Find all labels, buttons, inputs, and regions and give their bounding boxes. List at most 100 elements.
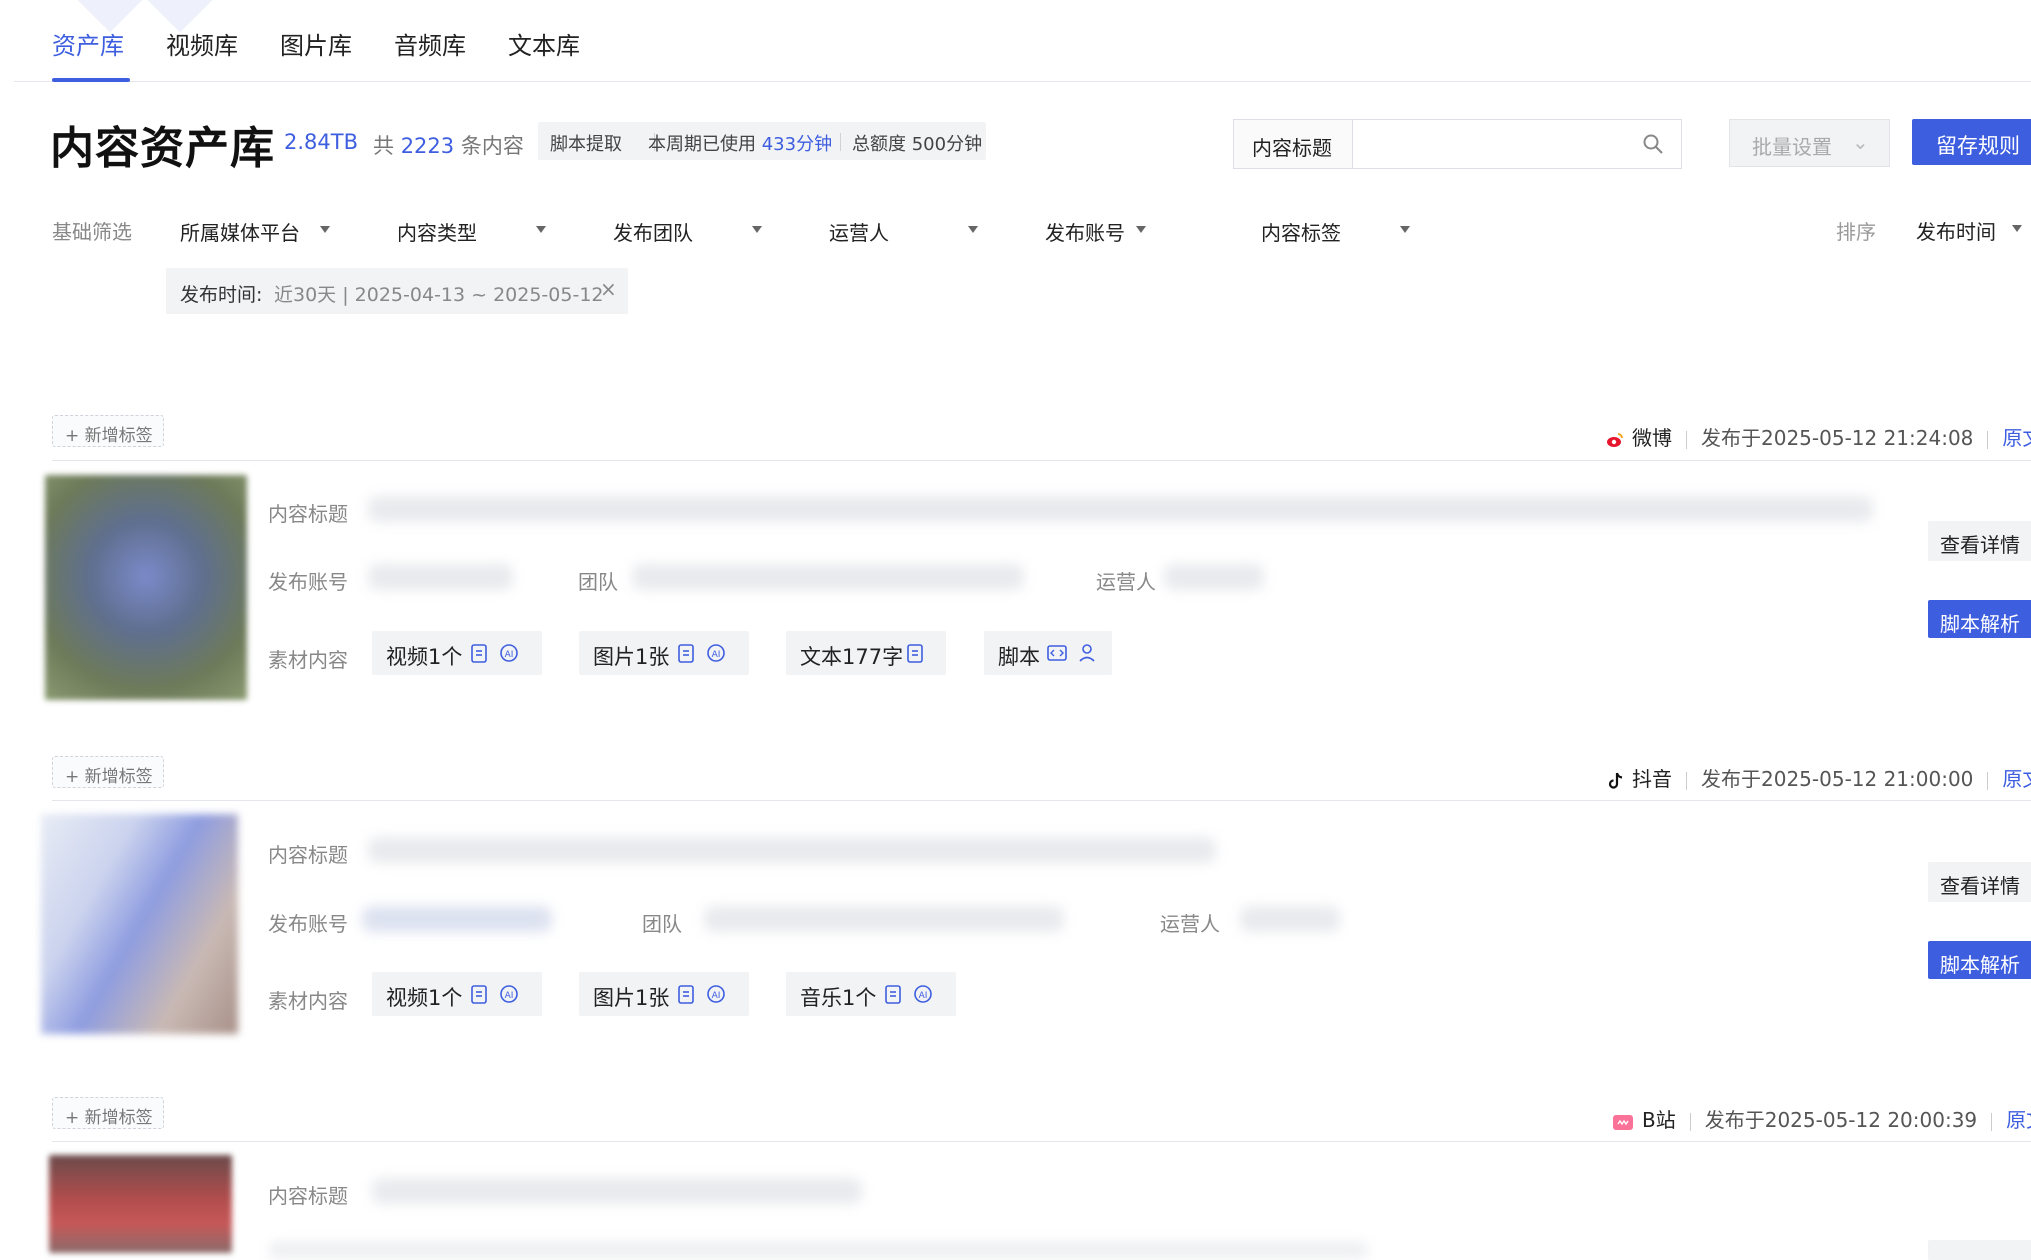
divider xyxy=(1991,1112,1993,1131)
content-thumbnail[interactable] xyxy=(49,1155,232,1253)
add-tag-label: + 新增标签 xyxy=(65,1108,153,1128)
material-script-text: 脚本 xyxy=(998,645,1040,669)
weibo-icon xyxy=(1607,433,1623,447)
tab-audio-library[interactable]: 音频库 xyxy=(394,26,466,61)
title-label: 内容标题 xyxy=(268,1184,348,1208)
add-tag-button[interactable]: + 新增标签 xyxy=(52,1097,164,1129)
filter-account[interactable]: 发布账号 xyxy=(1045,217,1125,246)
storage-size: 2.84TB xyxy=(284,130,358,154)
ai-icon[interactable]: AI xyxy=(498,642,520,664)
script-analysis-label: 脚本解析 xyxy=(1940,612,2020,636)
code-icon[interactable] xyxy=(1046,642,1068,664)
card-meta: B站 发布于2025-05-12 20:00:39 原文 xyxy=(1612,1104,2031,1133)
batch-settings-button[interactable]: 批量设置 ⌄ xyxy=(1729,119,1890,167)
view-details-button[interactable]: 查看详情 xyxy=(1928,521,2031,561)
retention-rules-label: 留存规则 xyxy=(1936,134,2020,158)
original-link[interactable]: 原文 xyxy=(2002,426,2031,450)
materials-label: 素材内容 xyxy=(268,989,348,1013)
team-value-blurred xyxy=(704,906,1064,932)
add-tag-button[interactable]: + 新增标签 xyxy=(52,415,164,447)
search-icon[interactable] xyxy=(1641,132,1665,156)
filter-team[interactable]: 发布团队 xyxy=(613,217,693,246)
script-analysis-button[interactable]: 脚本解析 xyxy=(1928,600,2031,638)
material-video-text: 视频1个 xyxy=(386,986,463,1010)
quota-used-value: 433分钟 xyxy=(761,134,833,155)
platform-name: B站 xyxy=(1642,1108,1676,1132)
clipboard-icon[interactable] xyxy=(675,983,697,1005)
search-box: 内容标题 xyxy=(1233,119,1682,169)
clipboard-icon[interactable] xyxy=(675,642,697,664)
close-icon[interactable]: × xyxy=(600,277,617,301)
team-label: 团队 xyxy=(642,912,682,936)
divider xyxy=(52,460,2031,461)
ai-icon[interactable]: AI xyxy=(705,642,727,664)
material-text: 文本177字 xyxy=(786,631,946,675)
tab-asset-library[interactable]: 资产库 xyxy=(52,26,124,61)
tab-text-library[interactable]: 文本库 xyxy=(508,26,580,61)
quota-used-label: 本周期已使用 433分钟 xyxy=(648,130,832,156)
title-value-blurred xyxy=(368,837,1216,863)
filter-operator[interactable]: 运营人 xyxy=(829,217,889,246)
material-text-text: 文本177字 xyxy=(800,645,904,669)
operator-label: 运营人 xyxy=(1160,912,1220,936)
filter-content-type-label: 内容类型 xyxy=(397,221,477,245)
divider xyxy=(840,133,841,151)
quota-total-value: 500分钟 xyxy=(911,134,983,155)
filter-platform[interactable]: 所属媒体平台 xyxy=(180,217,300,246)
quota-label: 脚本提取 xyxy=(550,134,622,155)
material-image-text: 图片1张 xyxy=(593,986,670,1010)
speaker-icon[interactable] xyxy=(1076,642,1098,664)
search-input[interactable] xyxy=(1364,128,1618,160)
material-video: 视频1个 AI xyxy=(372,972,542,1016)
content-thumbnail[interactable] xyxy=(45,475,247,700)
add-tag-button[interactable]: + 新增标签 xyxy=(52,756,164,788)
title-label: 内容标题 xyxy=(268,843,348,867)
card-meta: 微博 发布于2025-05-12 21:24:08 原文 xyxy=(1606,422,2031,451)
account-label: 发布账号 xyxy=(268,912,348,936)
batch-settings-label: 批量设置 xyxy=(1752,135,1832,159)
original-link[interactable]: 原文 xyxy=(2002,767,2031,791)
tab-video-library[interactable]: 视频库 xyxy=(166,26,238,61)
clipboard-icon[interactable] xyxy=(904,642,926,664)
search-field-label: 内容标题 xyxy=(1252,136,1332,160)
basic-filter-label: 基础筛选 xyxy=(52,220,132,244)
divider xyxy=(1987,430,1989,449)
view-details-button[interactable]: 查看详情 xyxy=(1928,862,2031,902)
quota-total: 总额度 500分钟 xyxy=(852,130,982,156)
title-value-blurred xyxy=(368,496,1873,522)
content-thumbnail[interactable] xyxy=(41,814,238,1034)
svg-text:AI: AI xyxy=(712,650,721,660)
row-partial-blurred xyxy=(268,1242,1368,1258)
account-value-blurred xyxy=(368,564,513,590)
content-count: 共 2223 条内容 xyxy=(373,130,524,160)
filter-tags[interactable]: 内容标签 xyxy=(1261,217,1341,246)
caret-down-icon xyxy=(752,226,762,233)
materials-label: 素材内容 xyxy=(268,648,348,672)
view-details-button-partial[interactable] xyxy=(1928,1240,2031,1260)
douyin-icon xyxy=(1608,772,1623,789)
filter-platform-label: 所属媒体平台 xyxy=(180,221,300,245)
sort-select[interactable]: 发布时间 xyxy=(1916,216,1996,245)
material-music-text: 音乐1个 xyxy=(800,986,877,1010)
account-label: 发布账号 xyxy=(268,570,348,594)
divider xyxy=(1987,771,1989,790)
ai-icon[interactable]: AI xyxy=(498,983,520,1005)
clipboard-icon[interactable] xyxy=(468,642,490,664)
material-music: 音乐1个 AI xyxy=(786,972,956,1016)
card-meta: 抖音 发布于2025-05-12 21:00:00 原文 xyxy=(1608,763,2031,792)
retention-rules-button[interactable]: 留存规则 xyxy=(1912,119,2031,165)
clipboard-icon[interactable] xyxy=(468,983,490,1005)
material-image-text: 图片1张 xyxy=(593,645,670,669)
filter-account-label: 发布账号 xyxy=(1045,221,1125,245)
filter-operator-label: 运营人 xyxy=(829,221,889,245)
search-field-select[interactable]: 内容标题 xyxy=(1234,120,1353,168)
chip-value: 近30天 | 2025-04-13 ~ 2025-05-12 xyxy=(274,284,604,306)
original-link[interactable]: 原文 xyxy=(2006,1108,2031,1132)
ai-icon[interactable]: AI xyxy=(705,983,727,1005)
filter-content-type[interactable]: 内容类型 xyxy=(397,217,477,246)
clipboard-icon[interactable] xyxy=(882,983,904,1005)
script-analysis-button[interactable]: 脚本解析 xyxy=(1928,941,2031,979)
ai-icon[interactable]: AI xyxy=(912,983,934,1005)
divider xyxy=(1686,771,1687,790)
tab-image-library[interactable]: 图片库 xyxy=(280,26,352,61)
